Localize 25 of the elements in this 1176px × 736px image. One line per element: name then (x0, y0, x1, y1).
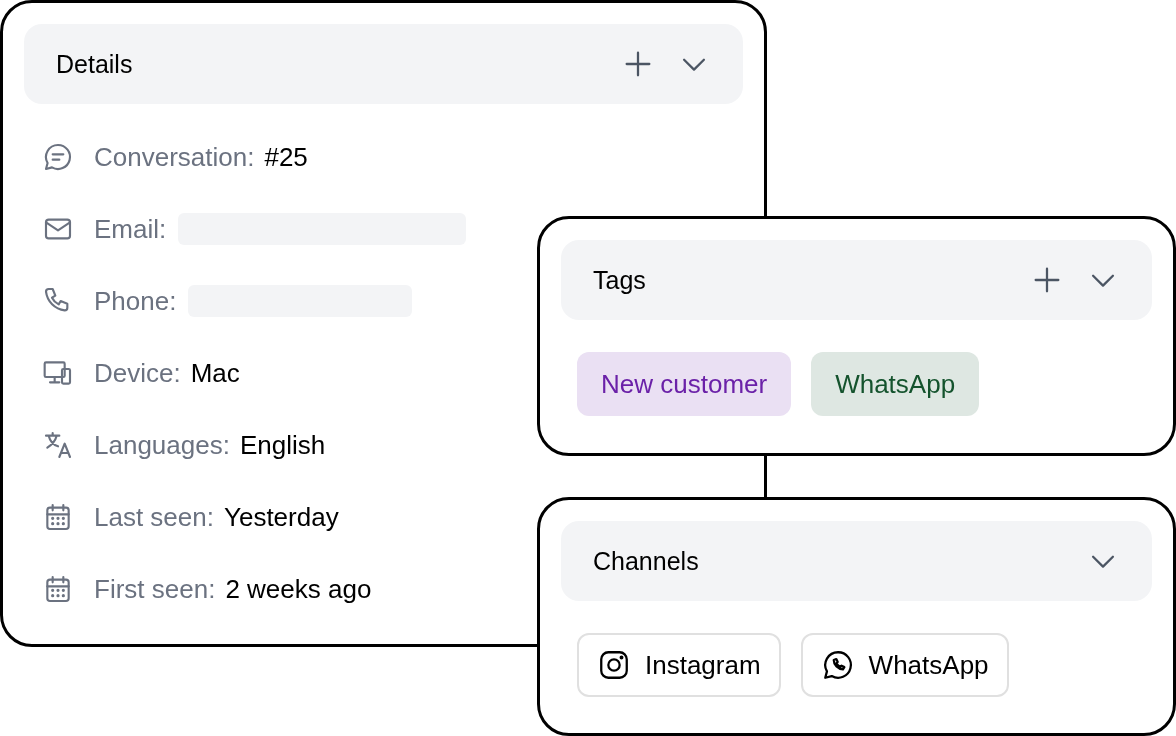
section-title: Details (56, 49, 134, 79)
chat-bubble-icon (42, 141, 74, 173)
section-title: Tags (593, 265, 647, 295)
channel-chip[interactable]: WhatsApp (800, 633, 1009, 697)
field-label: Phone: (94, 285, 177, 317)
translate-icon (42, 429, 74, 461)
channel-chip[interactable]: Instagram (577, 633, 781, 697)
field-label: Device: (94, 357, 181, 389)
section-header[interactable]: Tags (561, 240, 1152, 320)
section-header[interactable]: Details (24, 24, 743, 104)
field-value: English (239, 429, 326, 461)
field-label: Last seen: (94, 501, 214, 533)
field-label: First seen: (94, 573, 216, 605)
field-label: Email: (94, 213, 167, 245)
field-value: 2 weeks ago (225, 573, 372, 605)
field-value: Mac (190, 357, 240, 389)
section-title: Channels (593, 546, 700, 576)
section-header[interactable]: Channels (561, 521, 1152, 601)
instagram-icon (597, 648, 631, 682)
field-label: Conversation: (94, 141, 255, 173)
field-value: Yesterday (224, 501, 339, 533)
field-label: Languages: (94, 429, 230, 461)
tag[interactable]: New customer (577, 352, 792, 416)
field-value: #25 (264, 141, 308, 173)
tag[interactable]: WhatsApp (811, 352, 980, 416)
